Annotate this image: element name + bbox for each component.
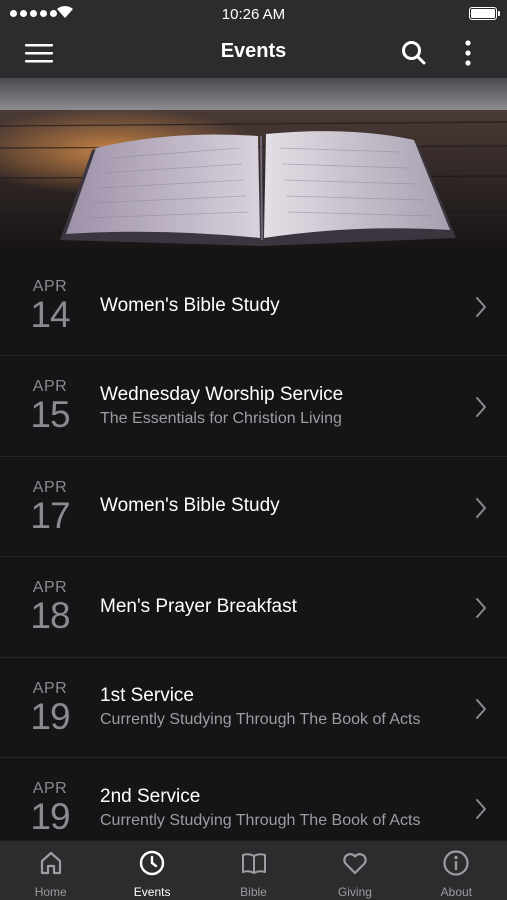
chevron-right-icon: [476, 698, 486, 719]
event-day: 15: [30, 394, 70, 436]
event-row[interactable]: APR 15 Wednesday Worship Service The Ess…: [0, 356, 507, 457]
open-bible-image: [0, 78, 507, 256]
info-icon: [406, 849, 507, 877]
event-subtitle: Currently Studying Through The Book of A…: [100, 811, 421, 829]
event-title: Women's Bible Study: [100, 495, 280, 517]
event-text: Women's Bible Study: [100, 457, 462, 556]
chevron-right-icon: [476, 497, 486, 518]
event-row[interactable]: APR 18 Men's Prayer Breakfast: [0, 557, 507, 658]
event-day: 14: [30, 294, 70, 335]
tab-bar: Home Events Bible Giving About: [0, 840, 507, 900]
heart-icon: [304, 849, 405, 877]
tab-home[interactable]: Home: [0, 841, 101, 900]
more-options-button[interactable]: [453, 38, 483, 68]
chevron-right-icon: [476, 397, 486, 418]
event-day: 18: [30, 595, 70, 637]
event-row[interactable]: APR 14 Women's Bible Study: [0, 256, 507, 357]
search-icon: [402, 41, 426, 65]
page-title: Events: [220, 40, 287, 62]
event-row[interactable]: APR 17 Women's Bible Study: [0, 457, 507, 558]
event-text: Men's Prayer Breakfast: [100, 557, 462, 656]
tab-bible[interactable]: Bible: [203, 841, 304, 900]
chevron-right-icon: [476, 798, 486, 819]
event-row[interactable]: APR 19 1st Service Currently Studying Th…: [0, 658, 507, 758]
event-chevron: [475, 296, 487, 323]
event-chevron: [475, 798, 487, 825]
event-subtitle: The Essentials for Christion Living: [100, 410, 342, 428]
event-chevron: [475, 396, 487, 423]
hero-image: [0, 78, 507, 256]
home-icon: [0, 849, 101, 877]
chevron-right-icon: [476, 297, 486, 317]
clock-icon: [101, 849, 202, 877]
event-day: 17: [30, 494, 70, 536]
event-text: 1st Service Currently Studying Through T…: [100, 658, 462, 757]
event-chevron: [475, 698, 487, 725]
event-chevron: [475, 497, 487, 524]
event-title: 2nd Service: [100, 785, 201, 807]
event-day: 19: [30, 695, 70, 737]
battery-icon: [469, 7, 500, 20]
tab-about[interactable]: About: [406, 841, 507, 900]
tab-giving[interactable]: Giving: [304, 841, 405, 900]
event-chevron: [475, 597, 487, 624]
event-title: Women's Bible Study: [100, 294, 280, 316]
event-list: APR 14 Women's Bible Study APR 15 Wednes…: [0, 256, 507, 840]
event-text: Wednesday Worship Service The Essentials…: [100, 356, 462, 455]
tab-label: About: [440, 885, 472, 899]
chevron-right-icon: [476, 598, 486, 619]
event-text: Women's Bible Study: [100, 256, 462, 355]
search-button[interactable]: [399, 38, 429, 68]
tab-label: Giving: [337, 885, 372, 899]
tab-label: Bible: [240, 885, 267, 899]
tab-events[interactable]: Events: [101, 841, 202, 900]
more-vertical-icon: [465, 40, 471, 66]
status-bar: 10:26 AM: [0, 0, 507, 28]
status-time: 10:26 AM: [221, 6, 286, 23]
event-text: 2nd Service Currently Studying Through T…: [100, 758, 462, 840]
navigation-bar: Events: [0, 28, 507, 78]
event-row[interactable]: APR 19 2nd Service Currently Studying Th…: [0, 758, 507, 840]
event-day: 19: [30, 795, 70, 837]
event-title: Wednesday Worship Service: [100, 384, 344, 406]
event-title: Men's Prayer Breakfast: [100, 595, 297, 617]
tab-label: Home: [34, 885, 67, 899]
book-icon: [203, 849, 304, 877]
event-title: 1st Service: [100, 685, 194, 707]
tab-label: Events: [133, 885, 171, 899]
event-subtitle: Currently Studying Through The Book of A…: [100, 711, 421, 729]
